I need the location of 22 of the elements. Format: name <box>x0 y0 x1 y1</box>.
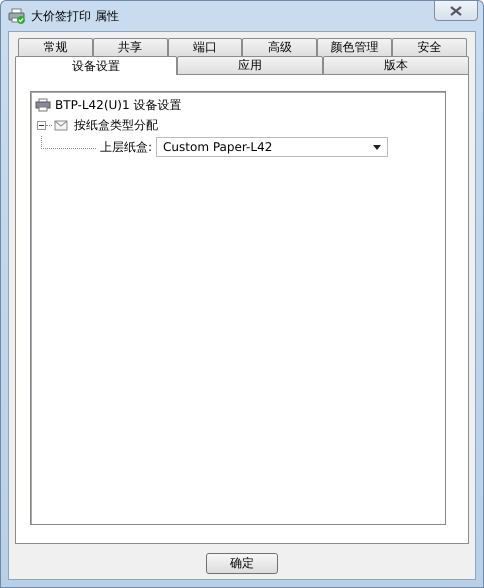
tab[interactable]: 安全 <box>392 38 467 56</box>
field-label: 上层纸盒: <box>100 138 152 156</box>
envelope-icon <box>54 118 68 132</box>
printer-icon <box>8 8 26 24</box>
tab[interactable]: 版本 <box>323 56 469 74</box>
tab[interactable]: 共享 <box>92 38 168 56</box>
close-icon <box>450 6 462 16</box>
tab[interactable]: 高级 <box>242 38 318 56</box>
printer-icon <box>35 98 51 112</box>
close-button[interactable] <box>434 1 478 21</box>
tab[interactable]: 端口 <box>168 38 242 56</box>
paper-dropdown[interactable]: Custom Paper-L42 <box>156 137 388 157</box>
tree-item[interactable]: 按纸盒类型分配 <box>74 116 158 134</box>
window-title: 大价签打印 属性 <box>31 8 119 24</box>
tab[interactable]: 应用 <box>177 56 323 74</box>
tree-item[interactable]: BTP-L42(U)1 设备设置 <box>55 96 182 114</box>
collapse-icon[interactable] <box>37 120 46 130</box>
tab[interactable]: 颜色管理 <box>317 38 392 56</box>
tab[interactable]: 设备设置 <box>15 56 177 75</box>
dropdown-arrow-icon <box>373 144 382 150</box>
ok-button[interactable]: 确定 <box>206 553 278 574</box>
tab[interactable]: 常规 <box>18 38 93 56</box>
